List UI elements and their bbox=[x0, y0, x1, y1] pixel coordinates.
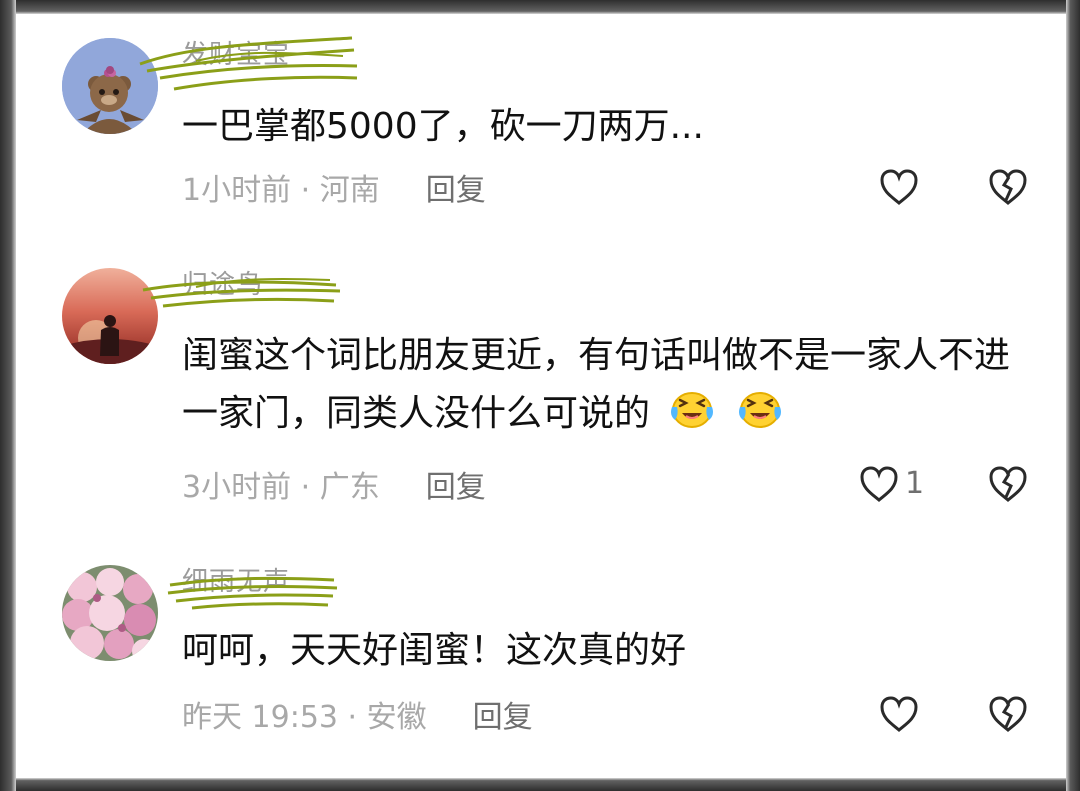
flower-avatar-image bbox=[62, 565, 158, 661]
heart-outline-icon[interactable] bbox=[877, 167, 921, 207]
sunset-silhouette-avatar-icon[interactable] bbox=[62, 268, 158, 364]
screenshot-frame: 发财宝宝 一巴掌都5000了，砍一刀两万... 1小时前 · 河南 回复 归途鸟… bbox=[0, 0, 1080, 791]
broken-heart-icon[interactable] bbox=[986, 694, 1030, 734]
comment-meta: 昨天 19:53 · 安徽 回复 bbox=[182, 692, 533, 736]
comment-username[interactable]: 细雨无声 bbox=[182, 565, 290, 599]
frame-top-edge bbox=[0, 0, 1080, 14]
broken-heart-icon[interactable] bbox=[986, 167, 1030, 207]
laughing-crying-emoji-icon bbox=[671, 392, 714, 428]
comment-body: 闺蜜这个词比朋友更近，有句话叫做不是一家人不进一家门，同类人没什么可说的 bbox=[182, 335, 1011, 434]
comment-body: 呵呵，天天好闺蜜！这次真的好 bbox=[182, 630, 687, 671]
emoji-group bbox=[661, 392, 784, 434]
comment-text: 闺蜜这个词比朋友更近，有句话叫做不是一家人不进一家门，同类人没什么可说的 bbox=[182, 327, 1027, 443]
reply-button[interactable]: 回复 bbox=[473, 692, 533, 736]
reply-button[interactable]: 回复 bbox=[426, 165, 486, 209]
flower-avatar-icon[interactable] bbox=[62, 565, 158, 661]
comment-text: 一巴掌都5000了，砍一刀两万... bbox=[182, 98, 1042, 156]
bear-avatar-image bbox=[62, 38, 158, 134]
reply-button[interactable]: 回复 bbox=[426, 462, 486, 506]
comment-body: 一巴掌都5000了，砍一刀两万... bbox=[182, 106, 704, 147]
heart-outline-icon[interactable] bbox=[857, 464, 901, 504]
comment-time-location: 1小时前 · 河南 bbox=[182, 173, 380, 208]
comment-time-location: 3小时前 · 广东 bbox=[182, 470, 380, 505]
like-count: 1 bbox=[905, 466, 925, 501]
comment-meta: 3小时前 · 广东 回复 bbox=[182, 462, 486, 506]
comment-text: 呵呵，天天好闺蜜！这次真的好 bbox=[182, 622, 1042, 680]
broken-heart-icon[interactable] bbox=[986, 464, 1030, 504]
comment-time-location: 昨天 19:53 · 安徽 bbox=[182, 700, 427, 735]
comment-username[interactable]: 发财宝宝 bbox=[182, 38, 290, 72]
frame-left-edge bbox=[0, 0, 16, 791]
bear-avatar-icon[interactable] bbox=[62, 38, 158, 134]
laughing-crying-emoji-icon bbox=[738, 392, 781, 428]
frame-bottom-edge bbox=[0, 778, 1080, 791]
frame-right-edge bbox=[1066, 0, 1080, 791]
sunset-avatar-image bbox=[62, 268, 158, 364]
heart-outline-icon[interactable] bbox=[877, 694, 921, 734]
comment-meta: 1小时前 · 河南 回复 bbox=[182, 165, 486, 209]
comment-username[interactable]: 归途鸟 bbox=[182, 268, 263, 302]
